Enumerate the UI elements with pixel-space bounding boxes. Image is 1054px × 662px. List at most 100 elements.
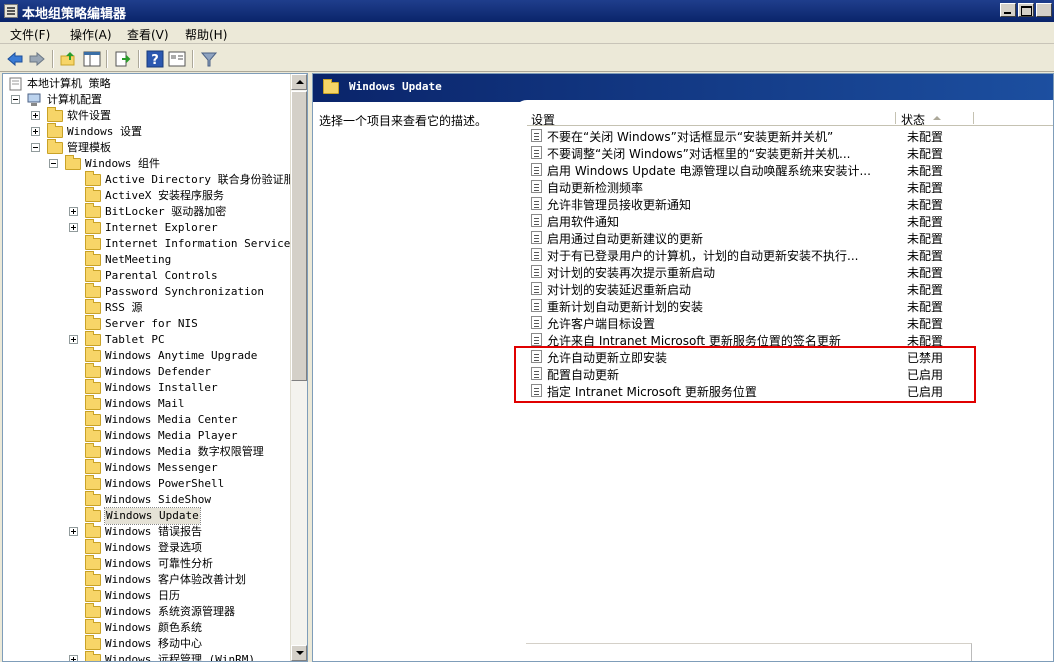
- setting-row[interactable]: 允许非管理员接收更新通知 未配置: [527, 195, 1053, 212]
- menu-file[interactable]: 文件(F): [10, 26, 50, 43]
- menu-view[interactable]: 查看(V): [127, 26, 169, 43]
- policy-setting-icon: [531, 299, 542, 312]
- setting-name: 不要调整“关闭 Windows”对话框里的“安装更新并关机...: [547, 147, 851, 161]
- setting-row[interactable]: 启用通过自动更新建议的更新 未配置: [527, 229, 1053, 246]
- setting-row[interactable]: 允许客户端目标设置 未配置: [527, 314, 1053, 331]
- expand-toggle[interactable]: [69, 207, 78, 216]
- tree-windows-components-label: Windows 组件: [85, 157, 160, 170]
- tree-item-label: Server for NIS: [105, 317, 198, 330]
- show-hide-tree-icon[interactable]: [83, 50, 101, 68]
- tree-item-label: RSS 源: [105, 301, 143, 314]
- tree-item-label: Windows PowerShell: [105, 477, 225, 490]
- scroll-thumb[interactable]: [291, 91, 307, 381]
- properties-icon[interactable]: [168, 50, 186, 68]
- folder-icon: [85, 363, 101, 378]
- tree-item-label: Windows 系统资源管理器: [105, 605, 235, 618]
- column-divider[interactable]: [895, 112, 896, 124]
- setting-status: 未配置: [907, 232, 944, 246]
- tree-item-label: Windows 颜色系统: [105, 621, 202, 634]
- setting-row[interactable]: 自动更新检测频率 未配置: [527, 178, 1053, 195]
- setting-name: 对计划的安装再次提示重新启动: [547, 266, 716, 280]
- up-folder-icon[interactable]: [60, 50, 78, 68]
- folder-icon: [85, 475, 101, 490]
- setting-row[interactable]: 对计划的安装再次提示重新启动 未配置: [527, 263, 1053, 280]
- tree-item-label: Windows SideShow: [105, 493, 211, 506]
- setting-row[interactable]: 不要调整“关闭 Windows”对话框里的“安装更新并关机... 未配置: [527, 144, 1053, 161]
- setting-status: 未配置: [907, 317, 944, 331]
- policy-setting-icon: [531, 214, 542, 227]
- gpedit-window: 本地组策略编辑器 文件(F) 操作(A) 查看(V) 帮助(H) ? 本地计算机…: [0, 0, 1054, 662]
- export-list-icon[interactable]: [114, 50, 132, 68]
- minimize-button[interactable]: [1000, 3, 1016, 17]
- collapse-toggle[interactable]: [11, 95, 20, 104]
- tree-item-label: NetMeeting: [105, 253, 172, 266]
- folder-icon: [85, 171, 101, 186]
- maximize-button[interactable]: [1018, 3, 1034, 17]
- folder-icon: [85, 187, 101, 202]
- menu-action[interactable]: 操作(A): [70, 26, 112, 43]
- menu-help[interactable]: 帮助(H): [185, 26, 227, 43]
- policy-doc-icon: [9, 77, 22, 91]
- setting-row[interactable]: 重新计划自动更新计划的安装 未配置: [527, 297, 1053, 314]
- setting-row[interactable]: 启用软件通知 未配置: [527, 212, 1053, 229]
- column-status[interactable]: 状态: [901, 111, 925, 128]
- back-arrow-icon[interactable]: [6, 50, 24, 68]
- column-divider[interactable]: [973, 112, 974, 124]
- folder-icon: [85, 235, 101, 250]
- tree-item-label: Windows Media 数字权限管理: [105, 445, 264, 458]
- help-icon[interactable]: ?: [146, 50, 164, 68]
- expand-toggle[interactable]: [31, 127, 40, 136]
- setting-status: 未配置: [907, 130, 944, 144]
- svg-text:?: ?: [151, 53, 159, 68]
- tree-item-label: Windows 客户体验改善计划: [105, 573, 246, 586]
- folder-icon: [47, 139, 63, 154]
- folder-icon: [85, 203, 101, 218]
- setting-row[interactable]: 启用 Windows Update 电源管理以自动唤醒系统来安装计... 未配置: [527, 161, 1053, 178]
- expand-toggle[interactable]: [69, 223, 78, 232]
- setting-name: 启用通过自动更新建议的更新: [547, 232, 704, 246]
- folder-icon: [323, 79, 339, 94]
- column-setting[interactable]: 设置: [531, 111, 555, 128]
- scroll-up-button[interactable]: [291, 74, 307, 90]
- folder-icon: [85, 411, 101, 426]
- toolbar-separator: [106, 50, 108, 68]
- collapse-toggle[interactable]: [31, 143, 40, 152]
- tree-item-label: Windows 日历: [105, 589, 180, 602]
- tree-item-label: Internet Explorer: [105, 221, 218, 234]
- tree-item-label: Windows Defender: [105, 365, 211, 378]
- folder-icon: [85, 347, 101, 362]
- scroll-down-button[interactable]: [291, 645, 307, 661]
- setting-row[interactable]: 对计划的安装延迟重新启动 未配置: [527, 280, 1053, 297]
- folder-icon: [85, 539, 101, 554]
- collapse-toggle[interactable]: [49, 159, 58, 168]
- expand-toggle[interactable]: [69, 655, 78, 661]
- folder-icon: [47, 107, 63, 122]
- expand-toggle[interactable]: [69, 527, 78, 536]
- expand-toggle[interactable]: [69, 335, 78, 344]
- policy-setting-icon: [531, 163, 542, 176]
- highlight-annotation-box: [514, 346, 976, 403]
- forward-arrow-icon[interactable]: [28, 50, 46, 68]
- folder-icon: [85, 555, 101, 570]
- tree-item-label: Windows 可靠性分析: [105, 557, 213, 570]
- setting-row[interactable]: 不要在“关闭 Windows”对话框显示“安装更新并关机” 未配置: [527, 127, 1053, 144]
- expand-toggle[interactable]: [31, 111, 40, 120]
- folder-icon: [85, 299, 101, 314]
- folder-icon: [85, 619, 101, 634]
- tree-scrollbar[interactable]: [290, 74, 307, 661]
- tree-item-label: Parental Controls: [105, 269, 218, 282]
- setting-status: 未配置: [907, 249, 944, 263]
- tree-item-label: Windows 错误报告: [105, 525, 202, 538]
- tree-pane[interactable]: 本地计算机 策略 计算机配置 软件设置 Windows 设置 管理模板 Wind…: [2, 73, 308, 662]
- tree-item-label: BitLocker 驱动器加密: [105, 205, 227, 218]
- close-button[interactable]: [1036, 3, 1052, 17]
- filter-icon[interactable]: [200, 50, 218, 68]
- setting-status: 未配置: [907, 215, 944, 229]
- policy-setting-icon: [531, 231, 542, 244]
- setting-status: 未配置: [907, 300, 944, 314]
- setting-row[interactable]: 对于有已登录用户的计算机，计划的自动更新安装不执行... 未配置: [527, 246, 1053, 263]
- tree-item-label: Tablet PC: [105, 333, 165, 346]
- policy-setting-icon: [531, 146, 542, 159]
- setting-status: 未配置: [907, 181, 944, 195]
- policy-setting-icon: [531, 316, 542, 329]
